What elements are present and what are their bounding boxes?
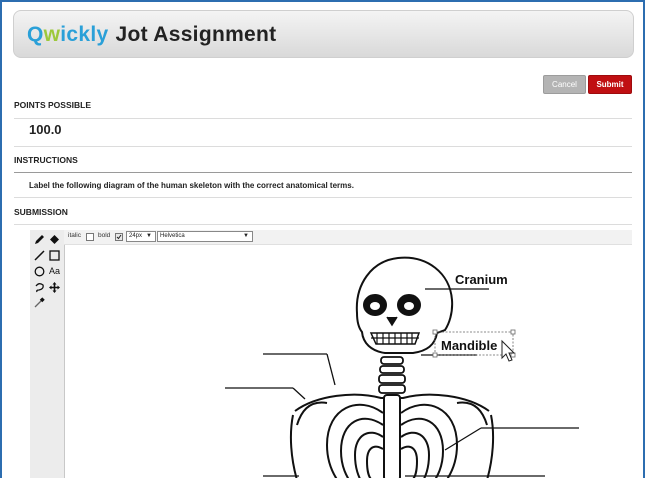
move-icon[interactable] xyxy=(48,281,60,293)
cranium-label[interactable]: Cranium xyxy=(455,272,508,287)
chevron-down-icon: ▼ xyxy=(243,233,249,239)
spine xyxy=(378,356,406,394)
cancel-button[interactable]: Cancel xyxy=(543,75,586,94)
chevron-down-icon: ▼ xyxy=(146,233,152,239)
divider xyxy=(14,197,632,198)
text-icon[interactable]: Aa xyxy=(47,265,62,277)
italic-label: italic xyxy=(68,232,82,239)
submit-button[interactable]: Submit xyxy=(588,75,632,94)
line-icon[interactable] xyxy=(33,249,45,261)
divider xyxy=(14,172,632,173)
skeleton-diagram: Cranium Mandible xyxy=(225,256,579,478)
rectangle-icon[interactable] xyxy=(48,249,60,261)
instructions-label: INSTRUCTIONS xyxy=(14,155,78,165)
font-family-select[interactable]: Helvetica ▼ xyxy=(157,231,253,242)
font-size-value: 24px xyxy=(129,233,143,239)
text-options-bar: italic bold 24px ▼ Helvetica ▼ xyxy=(64,230,632,245)
points-possible-label: POINTS POSSIBLE xyxy=(14,100,91,110)
page-title: Jot Assignment xyxy=(115,23,277,46)
cursor-icon xyxy=(501,339,516,362)
ellipse-icon[interactable] xyxy=(33,265,45,277)
eyedropper-icon[interactable] xyxy=(33,296,45,308)
app-brand: Qwickly Jot Assignment xyxy=(27,23,276,47)
header-bar: Qwickly Jot Assignment xyxy=(13,10,634,58)
drawing-toolbox: Aa xyxy=(30,230,65,478)
brand-rest: ickly xyxy=(60,23,109,46)
brand-w: w xyxy=(43,23,61,46)
submission-label: SUBMISSION xyxy=(14,207,68,217)
drawing-canvas[interactable]: Cranium Mandible xyxy=(65,245,632,478)
font-size-select[interactable]: 24px ▼ xyxy=(126,231,156,242)
italic-checkbox[interactable] xyxy=(86,233,94,241)
ribcage xyxy=(289,393,495,478)
app-frame: Qwickly Jot Assignment Cancel Submit POIN… xyxy=(0,0,645,478)
brand-q: Q xyxy=(27,23,44,46)
divider xyxy=(14,146,632,147)
divider xyxy=(14,224,632,225)
points-value: 100.0 xyxy=(29,122,62,137)
pencil-icon[interactable] xyxy=(33,233,45,245)
mandible-label[interactable]: Mandible xyxy=(441,338,497,353)
skull xyxy=(355,256,454,354)
lasso-icon[interactable] xyxy=(33,281,45,293)
bold-checkbox[interactable] xyxy=(115,233,123,241)
divider xyxy=(14,118,632,119)
bold-label: bold xyxy=(98,232,111,239)
font-family-value: Helvetica xyxy=(160,233,185,239)
fill-icon[interactable] xyxy=(48,233,60,245)
instructions-text: Label the following diagram of the human… xyxy=(29,181,354,190)
